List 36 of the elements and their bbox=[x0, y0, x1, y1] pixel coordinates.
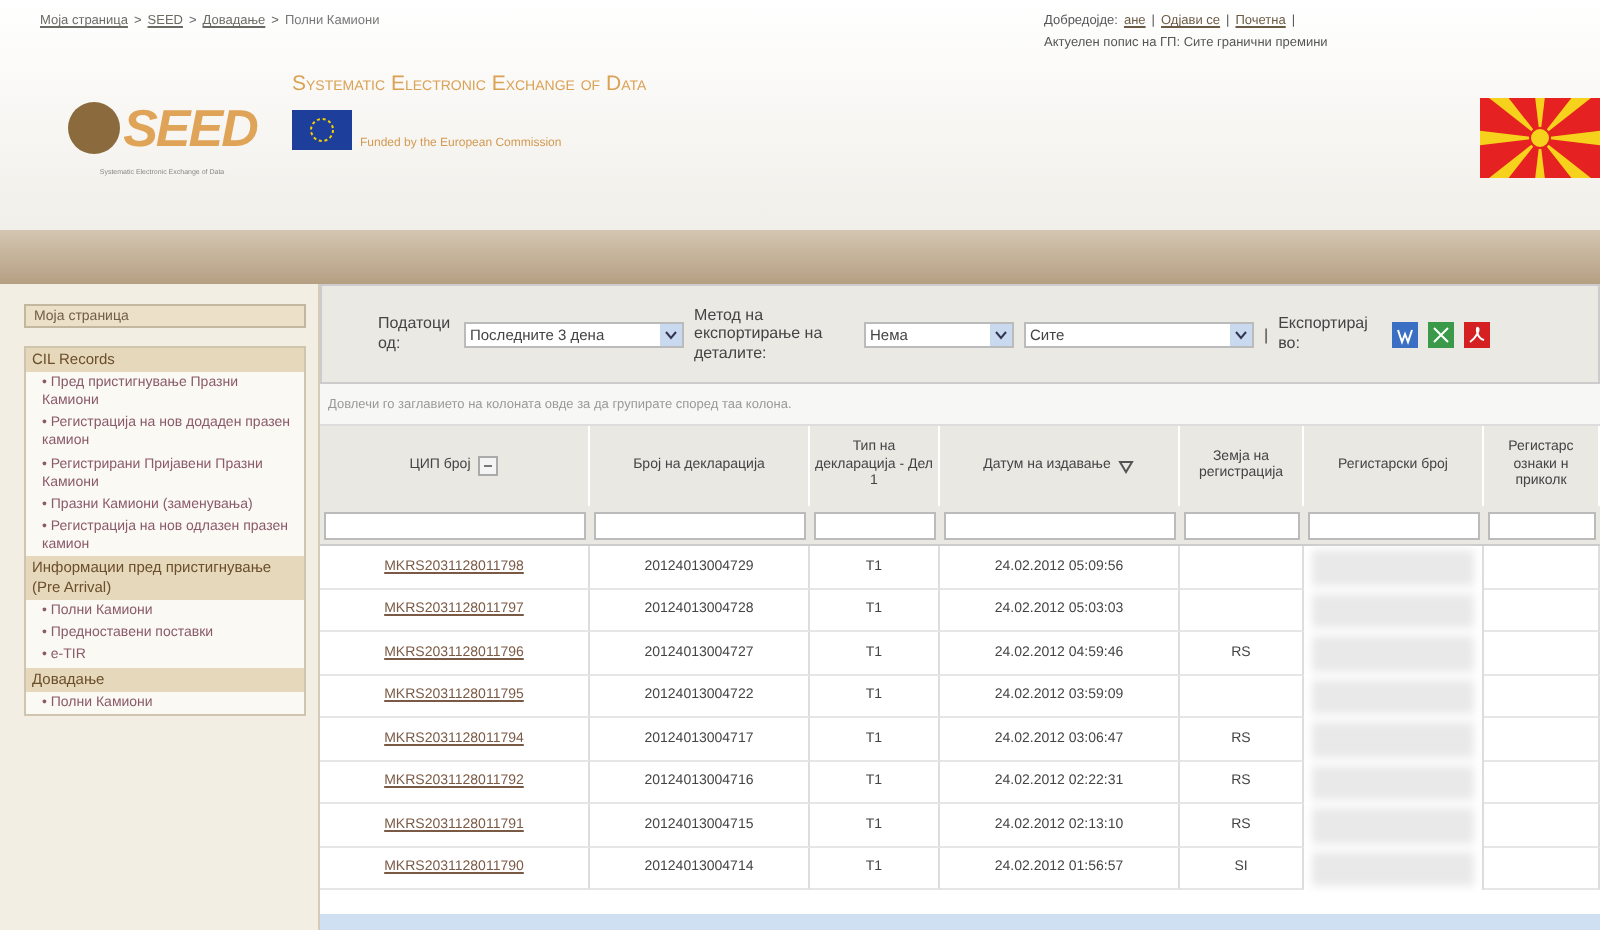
filter-icon[interactable] bbox=[478, 456, 499, 476]
logo-circle-icon bbox=[67, 102, 120, 155]
caret-icon bbox=[990, 323, 1012, 345]
table-cell bbox=[1484, 847, 1600, 890]
sort-icon[interactable] bbox=[1118, 458, 1135, 474]
filter-field[interactable] bbox=[814, 511, 936, 539]
table-cell bbox=[1180, 546, 1304, 589]
table-cell bbox=[1484, 589, 1600, 632]
filter-field[interactable] bbox=[944, 511, 1176, 539]
site-title: Systematic Electronic Exchange of Data bbox=[292, 69, 649, 99]
filter-field[interactable] bbox=[324, 511, 586, 539]
flag-icon bbox=[1480, 97, 1600, 178]
horizontal-scrollbar[interactable] bbox=[320, 914, 1600, 930]
filter-field[interactable] bbox=[1488, 511, 1596, 539]
logo-text: SEED bbox=[123, 97, 257, 160]
table-cell bbox=[1484, 804, 1600, 847]
toolbar-divider: | bbox=[1264, 325, 1269, 343]
filter-field[interactable] bbox=[594, 511, 806, 539]
export-method-label: Метод на експортирање на деталите: bbox=[694, 305, 825, 363]
table-cell bbox=[1484, 632, 1600, 675]
pdf-export-icon[interactable] bbox=[1464, 321, 1491, 347]
table-cell bbox=[1484, 761, 1600, 804]
table-cell bbox=[1180, 675, 1304, 718]
filter-field[interactable] bbox=[1184, 511, 1300, 539]
caret-icon bbox=[1230, 323, 1252, 345]
word-export-icon[interactable] bbox=[1392, 321, 1419, 347]
eu-flag-icon bbox=[292, 110, 352, 151]
export-to-label: Експортирај во: bbox=[1278, 314, 1370, 354]
caret-icon bbox=[660, 323, 682, 345]
filter-field[interactable] bbox=[1308, 511, 1480, 539]
table-cell bbox=[1484, 675, 1600, 718]
data-from-label: Податоци од: bbox=[378, 314, 453, 354]
table-cell bbox=[1484, 546, 1600, 589]
table-cell bbox=[1180, 589, 1304, 632]
table-cell bbox=[1484, 718, 1600, 761]
excel-export-icon[interactable] bbox=[1428, 321, 1455, 347]
